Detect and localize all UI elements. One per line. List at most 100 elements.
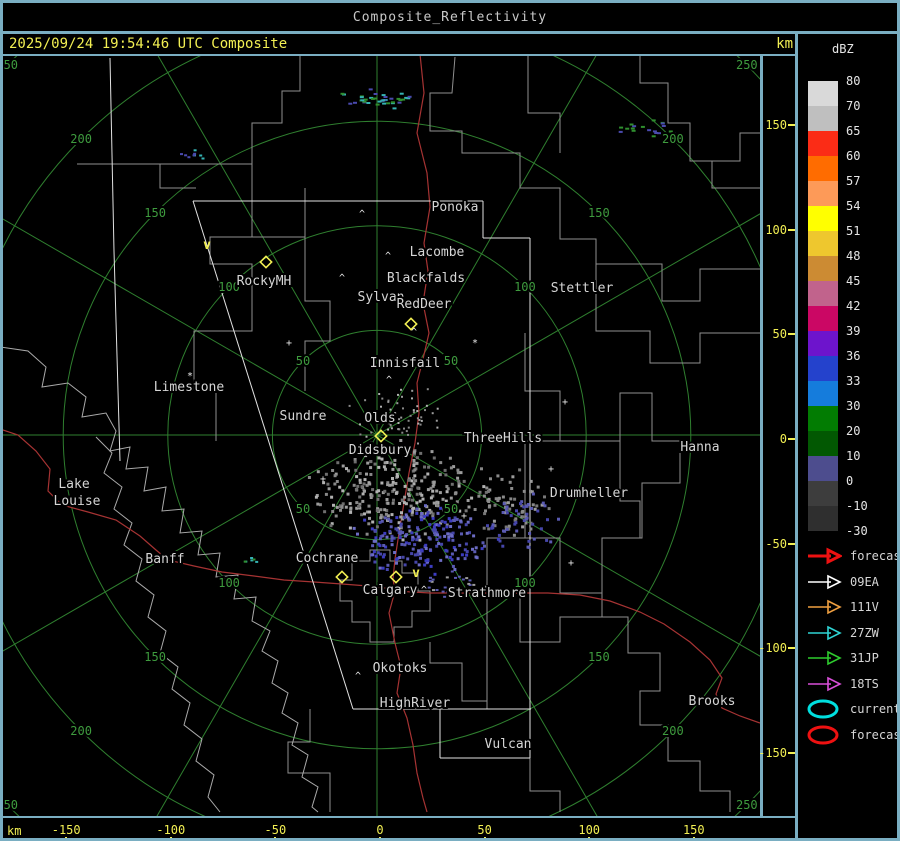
dbz-scale-value: -10 <box>846 499 868 513</box>
status-bar: 2025/09/24 19:54:46 UTC Composite km <box>3 34 795 54</box>
x-axis: km -150-100-50050100150 <box>3 816 795 841</box>
dbz-color-swatch <box>808 281 838 306</box>
dbz-color-swatch <box>808 356 838 381</box>
city-label: Lacombe <box>410 245 465 260</box>
dbz-color-swatch <box>808 306 838 331</box>
y-axis-tick <box>788 229 795 231</box>
city-label: RockyMH <box>237 274 292 289</box>
dbz-color-swatch <box>808 256 838 281</box>
area-ellipse-icon <box>806 724 842 746</box>
y-axis-unit-label: km <box>767 36 793 52</box>
city-label: Ponoka <box>432 200 479 215</box>
dbz-color-swatch <box>808 406 838 431</box>
city-label: HighRiver <box>380 696 451 711</box>
track-arrow-icon <box>806 622 842 644</box>
legend-label: 18TS <box>850 677 879 691</box>
track-arrow-icon <box>806 673 842 695</box>
svg-text:200: 200 <box>662 132 684 146</box>
city-label: Olds <box>364 411 395 426</box>
city-label: Brooks <box>689 694 736 709</box>
radar-map-canvas[interactable]: 5050505010010010010015015015015020020020… <box>3 56 760 816</box>
dbz-scale-value: 45 <box>846 274 860 288</box>
legend-label: forecast <box>850 728 900 742</box>
dbz-color-swatch <box>808 331 838 356</box>
dbz-scale-value: 48 <box>846 249 860 263</box>
legend-row-27ZW: 27ZW <box>806 621 879 645</box>
y-axis-tick-label: 100 <box>765 223 787 237</box>
city-label: Banff <box>145 552 184 567</box>
city-label: RedDeer <box>397 297 452 312</box>
track-arrow-icon <box>806 596 842 618</box>
dbz-scale-value: 54 <box>846 199 860 213</box>
y-axis-tick <box>788 752 795 754</box>
dbz-scale-value: 33 <box>846 374 860 388</box>
legend-row-111V: 111V <box>806 595 879 619</box>
dbz-scale-value: 51 <box>846 224 860 238</box>
color-scale-panel: dBZ 807065605754514845423936333020100-10… <box>798 34 897 841</box>
dbz-color-swatch <box>808 206 838 231</box>
legend-label: 27ZW <box>850 626 879 640</box>
city-label: Innisfail <box>370 356 440 371</box>
radar-map-viewport[interactable]: 5050505010010010010015015015015020020020… <box>3 54 763 816</box>
city-label: Blackfalds <box>387 271 465 286</box>
city-label: Hanna <box>680 440 719 455</box>
city-label: Drumheller <box>550 486 628 501</box>
track-arrow-icon <box>806 545 842 567</box>
svg-text:^: ^ <box>385 251 391 262</box>
legend-label: forecast <box>850 549 900 563</box>
x-axis-tick <box>693 837 695 841</box>
legend-label: 09EA <box>850 575 879 589</box>
y-axis-tick <box>788 333 795 335</box>
x-axis-tick <box>588 837 590 841</box>
svg-text:200: 200 <box>70 724 92 738</box>
area-ellipse-icon <box>806 698 842 720</box>
svg-text:+: + <box>562 397 568 408</box>
city-label: Vulcan <box>485 737 532 752</box>
x-axis-tick-label: 100 <box>578 823 600 837</box>
svg-text:v: v <box>203 238 211 253</box>
y-axis-tick-label: 0 <box>780 432 787 446</box>
y-axis-tick <box>788 124 795 126</box>
dbz-scale-value: 57 <box>846 174 860 188</box>
dbz-scale-value: 10 <box>846 449 860 463</box>
dbz-color-swatch <box>808 506 838 531</box>
dbz-scale-value: 80 <box>846 74 860 88</box>
legend-row-current: current <box>806 697 900 721</box>
dbz-scale-value: 42 <box>846 299 860 313</box>
dbz-color-swatch <box>808 431 838 456</box>
svg-text:250: 250 <box>736 798 758 812</box>
svg-text:100: 100 <box>514 280 536 294</box>
radar-coverage-outline <box>110 58 531 758</box>
dbz-color-swatch <box>808 106 838 131</box>
legend-label: 31JP <box>850 651 879 665</box>
dbz-color-swatch <box>808 156 838 181</box>
city-label: Didsbury <box>349 443 412 458</box>
legend-row-09EA: 09EA <box>806 570 879 594</box>
y-axis-tick <box>788 647 795 649</box>
dbz-color-swatch <box>808 481 838 506</box>
svg-text:250: 250 <box>3 798 18 812</box>
city-label: Stettler <box>551 281 614 296</box>
dbz-color-swatch <box>808 381 838 406</box>
x-axis-tick-label: -50 <box>265 823 287 837</box>
svg-text:+: + <box>568 558 574 569</box>
svg-text:50: 50 <box>296 354 310 368</box>
svg-text:^: ^ <box>355 671 361 682</box>
city-label: Strathmore <box>448 586 526 601</box>
window-title: Composite_Reflectivity <box>353 10 547 25</box>
svg-text:150: 150 <box>588 206 610 220</box>
city-label: Louise <box>54 494 101 509</box>
dbz-color-swatch <box>808 81 838 106</box>
x-axis-tick-label: -100 <box>156 823 185 837</box>
y-axis-tick-label: 150 <box>765 118 787 132</box>
dbz-scale-value: 0 <box>846 474 853 488</box>
svg-text:+: + <box>461 511 467 522</box>
dbz-scale-value: 30 <box>846 399 860 413</box>
window-title-bar: Composite_Reflectivity <box>3 3 897 34</box>
svg-text:200: 200 <box>70 132 92 146</box>
legend-row-forecast: forecast <box>806 723 900 747</box>
dbz-scale-value: 39 <box>846 324 860 338</box>
y-axis-tick-label: -150 <box>758 746 787 760</box>
svg-text:^: ^ <box>339 273 345 284</box>
x-axis-tick <box>274 837 276 841</box>
